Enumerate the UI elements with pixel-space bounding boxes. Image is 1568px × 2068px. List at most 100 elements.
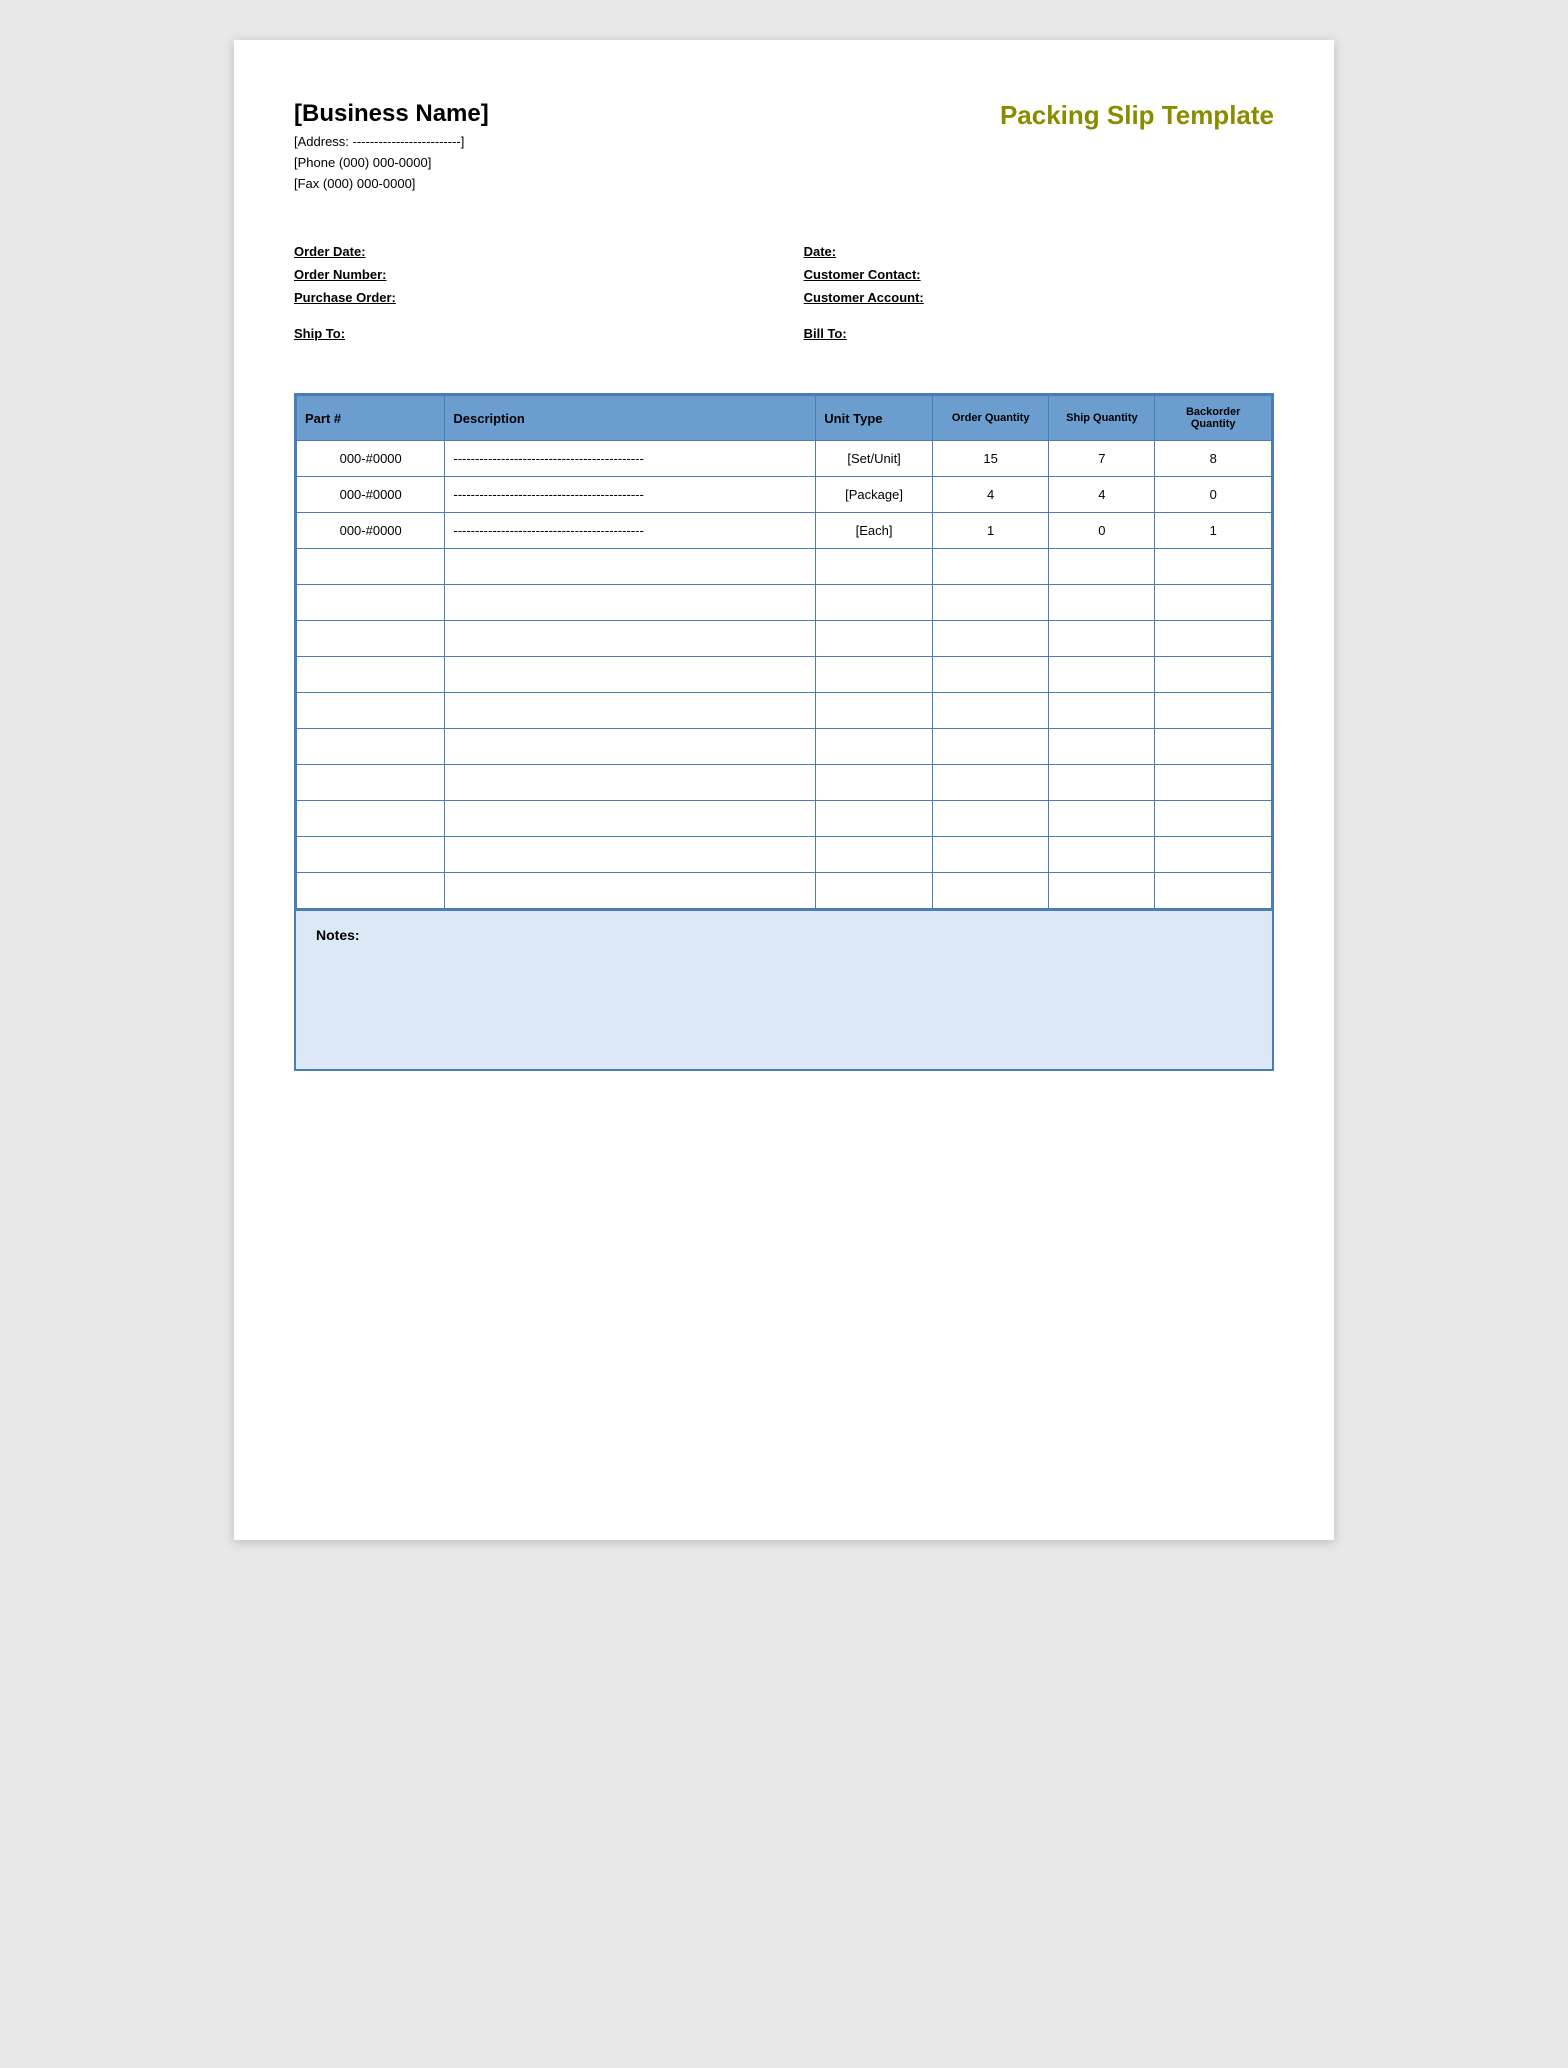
purchase-order-label: Purchase Order:: [294, 290, 396, 305]
table-cell-col-bqty: 8: [1155, 441, 1272, 477]
table-cell-col-bqty: [1155, 765, 1272, 801]
header-row: Part # Description Unit Type Order Quant…: [297, 396, 1272, 441]
order-date-label: Order Date:: [294, 244, 366, 259]
table-cell-col-sqty: [1049, 549, 1155, 585]
table-cell-col-part: [297, 801, 445, 837]
bill-to-label: Bill To:: [804, 326, 847, 341]
bill-to-section: Bill To:: [804, 325, 1274, 343]
table-cell-col-sqty: [1049, 693, 1155, 729]
table-cell-col-oqty: [932, 549, 1049, 585]
table-cell-col-unit: [816, 585, 933, 621]
table-row: [297, 585, 1272, 621]
table-cell-col-part: [297, 693, 445, 729]
table-cell-col-bqty: [1155, 585, 1272, 621]
ship-to-section: Ship To:: [294, 325, 764, 343]
table-cell-col-oqty: [932, 765, 1049, 801]
ship-to-block: Ship To:: [294, 325, 520, 343]
table-cell-col-bqty: [1155, 693, 1272, 729]
header: [Business Name] [Address: --------------…: [294, 100, 1274, 194]
table-cell-col-unit: [Each]: [816, 513, 933, 549]
page: [Business Name] [Address: --------------…: [234, 40, 1334, 1540]
table-row: [297, 801, 1272, 837]
col-header-bqty: Backorder Quantity: [1155, 396, 1272, 441]
col-header-sqty: Ship Quantity: [1049, 396, 1155, 441]
notes-section: Notes:: [294, 911, 1274, 1071]
customer-contact-label: Customer Contact:: [804, 267, 921, 282]
table-cell-col-bqty: [1155, 801, 1272, 837]
fax: [Fax (000) 000-0000]: [294, 174, 489, 195]
customer-account-row: Customer Account:: [804, 290, 1274, 305]
customer-contact-row: Customer Contact:: [804, 267, 1274, 282]
table-row: [297, 621, 1272, 657]
table-cell-col-part: 000-#0000: [297, 513, 445, 549]
table-body: 000-#0000-------------------------------…: [297, 441, 1272, 909]
table-cell-col-unit: [816, 873, 933, 909]
table-cell-col-desc: ----------------------------------------…: [445, 477, 816, 513]
table-cell-col-bqty: 0: [1155, 477, 1272, 513]
table-row: 000-#0000-------------------------------…: [297, 441, 1272, 477]
table-cell-col-oqty: 1: [932, 513, 1049, 549]
table-cell-col-oqty: [932, 837, 1049, 873]
table-cell-col-desc: [445, 765, 816, 801]
table-cell-col-part: [297, 873, 445, 909]
table-cell-col-oqty: [932, 873, 1049, 909]
table-cell-col-sqty: [1049, 837, 1155, 873]
table-cell-col-part: [297, 621, 445, 657]
table-cell-col-desc: ----------------------------------------…: [445, 441, 816, 477]
order-date-row: Order Date:: [294, 244, 764, 259]
table-cell-col-unit: [816, 765, 933, 801]
table-cell-col-sqty: [1049, 765, 1155, 801]
table-cell-col-unit: [816, 693, 933, 729]
table-cell-col-unit: [816, 729, 933, 765]
col-header-unit: Unit Type: [816, 396, 933, 441]
order-number-label: Order Number:: [294, 267, 386, 282]
table-cell-col-part: [297, 765, 445, 801]
table-cell-col-oqty: 4: [932, 477, 1049, 513]
phone: [Phone (000) 000-0000]: [294, 153, 489, 174]
table-cell-col-oqty: [932, 621, 1049, 657]
table-cell-col-part: 000-#0000: [297, 441, 445, 477]
table-cell-col-desc: [445, 693, 816, 729]
table-header: Part # Description Unit Type Order Quant…: [297, 396, 1272, 441]
table-cell-col-part: [297, 837, 445, 873]
table-cell-col-desc: [445, 621, 816, 657]
table-cell-col-bqty: [1155, 549, 1272, 585]
table-row: [297, 765, 1272, 801]
table-cell-col-bqty: [1155, 837, 1272, 873]
table-cell-col-oqty: 15: [932, 441, 1049, 477]
business-info: [Business Name] [Address: --------------…: [294, 100, 489, 194]
table-cell-col-sqty: [1049, 585, 1155, 621]
col-header-desc: Description: [445, 396, 816, 441]
table-cell-col-part: [297, 657, 445, 693]
order-number-row: Order Number:: [294, 267, 764, 282]
table-cell-col-desc: [445, 585, 816, 621]
table-cell-col-oqty: [932, 729, 1049, 765]
table-cell-col-part: [297, 549, 445, 585]
ship-to-label: Ship To:: [294, 326, 345, 341]
table-cell-col-desc: [445, 873, 816, 909]
table-row: 000-#0000-------------------------------…: [297, 513, 1272, 549]
table-cell-col-desc: [445, 837, 816, 873]
date-row: Date:: [804, 244, 1274, 259]
table-cell-col-sqty: 0: [1049, 513, 1155, 549]
notes-label: Notes:: [316, 927, 360, 943]
table-cell-col-oqty: [932, 585, 1049, 621]
table-row: [297, 549, 1272, 585]
table-cell-col-bqty: 1: [1155, 513, 1272, 549]
table-cell-col-part: [297, 729, 445, 765]
doc-title: Packing Slip Template: [1000, 100, 1274, 131]
fields-right: Date: Customer Contact: Customer Account…: [804, 244, 1274, 343]
table-cell-col-unit: [816, 549, 933, 585]
table-cell-col-bqty: [1155, 729, 1272, 765]
table-row: [297, 873, 1272, 909]
address: [Address: -------------------------]: [294, 132, 489, 153]
table-cell-col-part: 000-#0000: [297, 477, 445, 513]
table-cell-col-bqty: [1155, 873, 1272, 909]
table-row: [297, 837, 1272, 873]
col-header-oqty: Order Quantity: [932, 396, 1049, 441]
customer-account-label: Customer Account:: [804, 290, 924, 305]
table-cell-col-desc: [445, 549, 816, 585]
table-cell-col-part: [297, 585, 445, 621]
table-row: 000-#0000-------------------------------…: [297, 477, 1272, 513]
table-cell-col-desc: [445, 729, 816, 765]
